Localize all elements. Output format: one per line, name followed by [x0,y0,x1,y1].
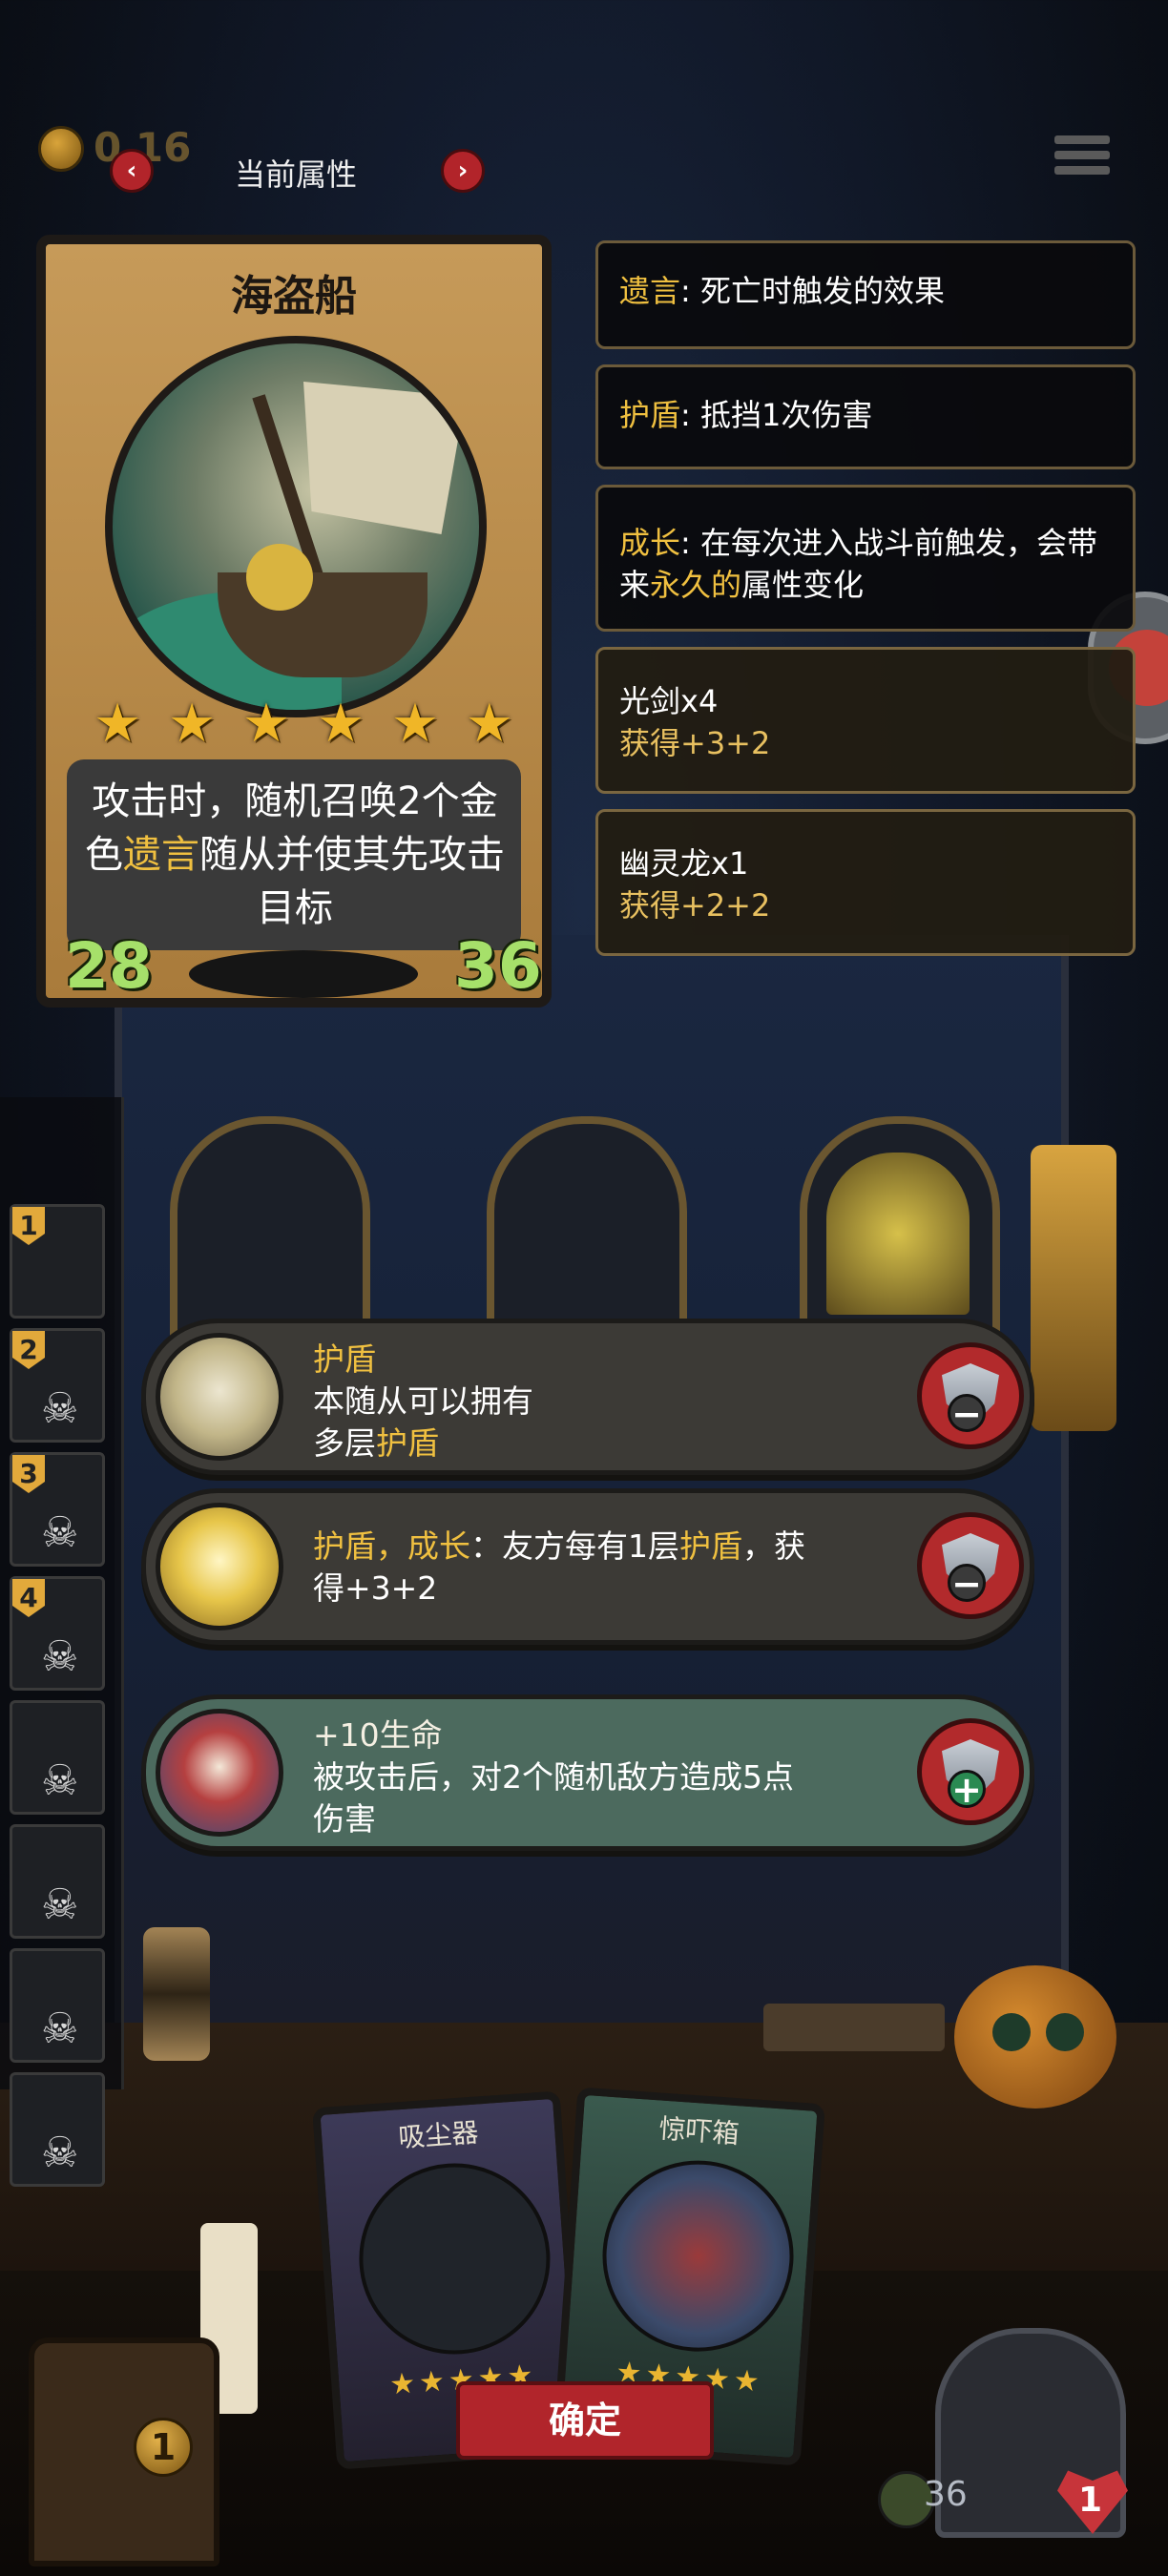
hero-attack-value: 28 [65,929,153,1003]
next-attribute-button[interactable]: › [441,149,485,193]
effect-text: 护盾 本随从可以拥有 多层护盾 [313,1340,533,1462]
hourglass-icon [143,1927,210,2061]
keyword-panel-growth: 成长: 在每次进入战斗前触发，会带来永久的属性变化 [595,485,1136,632]
skull-icon: ☠ [41,1756,79,1805]
hero-star-rating: ★ ★ ★ ★ ★ ★ [94,693,513,755]
effect-card-shield[interactable]: 护盾 本随从可以拥有 多层护盾 − [141,1319,1034,1475]
keyword-panel-shield: 护盾: 抵挡1次伤害 [595,364,1136,469]
player-lives: 1 [1078,2481,1103,2520]
jack-in-box-art [595,2153,801,2358]
buff-panel-lightsword: 光剑x4 获得+3+2 [595,647,1136,794]
back-wall [115,935,1069,2023]
lamp-icon [1031,1145,1116,1431]
effect-text: 护盾，成长：友方每有1层护盾，获 得+3+2 [313,1527,805,1607]
books-prop [763,2004,945,2051]
skull-icon: ☠ [41,1508,79,1557]
hero-card: 海盗船 ★ ★ ★ ★ ★ ★ 攻击时，随机召唤2个金色遗言随从并使其先攻击目标 28 3… [36,235,552,1008]
roster-slot-number: 1 [12,1207,45,1245]
roster-slot[interactable]: ☠ [10,1700,105,1815]
roster-slot-number: 3 [12,1455,45,1493]
skull-icon: ☠ [41,2005,79,2053]
plus-icon: + [948,1770,986,1808]
board-minion-2[interactable] [487,1116,687,1345]
vacuum-art [352,2156,557,2361]
roster-slot[interactable]: ☠ [10,1948,105,2063]
star-icon: ★ [94,693,142,755]
menu-icon[interactable] [1054,135,1110,185]
skull-icon: ☠ [41,2129,79,2177]
roster-slot[interactable]: 2 ☠ [10,1328,105,1443]
board-minion-1[interactable] [170,1116,370,1345]
light-sword-icon [156,1503,283,1631]
magnifier-icon [156,1333,283,1461]
hero-description: 攻击时，随机召唤2个金色遗言随从并使其先攻击目标 [85,779,505,930]
roster-slot[interactable]: 1 [10,1204,105,1319]
skull-icon: ☠ [41,1632,79,1681]
prev-attribute-button[interactable]: ‹ [110,149,154,193]
gold-coin-icon [38,126,84,172]
effect-text: +10生命 被攻击后，对2个随机敌方造成5点 伤害 [313,1716,794,1838]
jester-icon [156,1709,283,1837]
chest-coin-count: 1 [134,2418,193,2477]
hand-card-name: 吸尘器 [397,2116,480,2154]
attribute-title: 当前属性 [234,156,357,193]
roster-slot[interactable]: 3 ☠ [10,1452,105,1567]
hero-health-value: 36 [454,929,542,1003]
board-minion-3[interactable] [800,1116,1000,1345]
roster-slot[interactable]: 4 ☠ [10,1576,105,1691]
effect-card-health[interactable]: +10生命 被攻击后，对2个随机敌方造成5点 伤害 + [141,1694,1034,1851]
roster-slot-number: 2 [12,1331,45,1369]
player-health: 36 [924,2475,968,2514]
skull-icon: ☠ [41,1384,79,1433]
hand-card-name: 惊吓箱 [657,2112,740,2150]
star-icon: ★ [316,693,365,755]
roster-slot[interactable]: ☠ [10,1824,105,1939]
star-icon: ★ [241,693,291,755]
pirate-ship-art [105,336,487,717]
roster-slot-number: 4 [12,1579,45,1617]
minus-icon: − [948,1564,986,1602]
effect-card-shield-growth[interactable]: 护盾，成长：友方每有1层护盾，获 得+3+2 − [141,1488,1034,1645]
hero-name: 海盗船 [231,272,357,321]
confirm-button[interactable]: 确定 [456,2381,714,2460]
star-icon: ★ [167,693,217,755]
buff-panel-ghostdragon: 幽灵龙x1 获得+2+2 [595,809,1136,956]
star-icon: ★ [465,693,513,755]
roster-slot[interactable]: ☠ [10,2072,105,2187]
star-icon: ★ [390,693,440,755]
minus-icon: − [948,1394,986,1432]
keyword-panel-deathrattle: 遗言: 死亡时触发的效果 [595,240,1136,349]
pumpkin-icon [954,1965,1116,2109]
skull-icon: ☠ [41,1880,79,1929]
